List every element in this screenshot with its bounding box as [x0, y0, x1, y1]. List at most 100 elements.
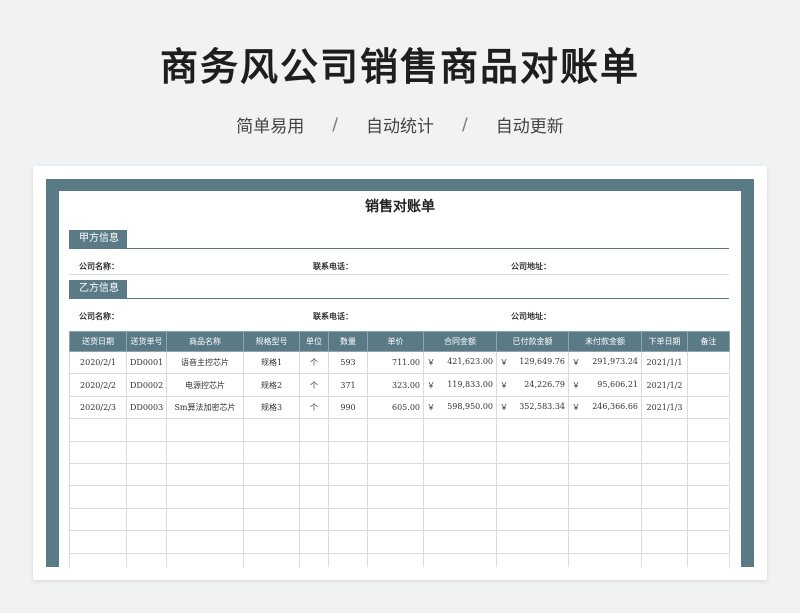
empty-cell[interactable]: [423, 485, 497, 509]
empty-cell[interactable]: [496, 440, 569, 464]
empty-cell[interactable]: [423, 530, 497, 554]
empty-cell[interactable]: [243, 462, 300, 487]
empty-cell[interactable]: [328, 440, 368, 464]
delivery-no-cell[interactable]: DD0002: [126, 373, 167, 397]
empty-cell[interactable]: [687, 462, 730, 487]
empty-cell[interactable]: [496, 530, 569, 554]
unpaid-amount-cell[interactable]: ￥ 291,973.24: [568, 350, 642, 375]
empty-cell[interactable]: [496, 418, 569, 442]
empty-cell[interactable]: [496, 552, 569, 567]
spec-cell[interactable]: 规格1: [243, 350, 300, 375]
spec-cell[interactable]: 规格3: [243, 395, 300, 420]
empty-cell[interactable]: [641, 440, 688, 464]
empty-cell[interactable]: [328, 552, 368, 567]
unit-price-cell[interactable]: 605.00: [367, 395, 424, 420]
empty-cell[interactable]: [243, 507, 300, 532]
party-a-address-field[interactable]: 公司地址：: [511, 261, 551, 272]
order-date-cell[interactable]: 2021/1/1: [641, 350, 688, 375]
empty-cell[interactable]: [328, 462, 368, 487]
empty-cell[interactable]: [243, 440, 300, 464]
party-b-phone-field[interactable]: 联系电话：: [313, 311, 353, 322]
empty-cell[interactable]: [641, 507, 688, 532]
product-name-cell[interactable]: Sm算法加密芯片: [166, 395, 244, 420]
empty-cell[interactable]: [641, 530, 688, 554]
empty-cell[interactable]: [423, 552, 497, 567]
empty-cell[interactable]: [299, 440, 329, 464]
delivery-no-cell[interactable]: DD0001: [126, 350, 167, 375]
empty-cell[interactable]: [568, 507, 642, 532]
empty-cell[interactable]: [367, 507, 424, 532]
empty-cell[interactable]: [69, 485, 127, 509]
empty-cell[interactable]: [328, 418, 368, 442]
empty-cell[interactable]: [423, 462, 497, 487]
unit-price-cell[interactable]: 711.00: [367, 350, 424, 375]
empty-cell[interactable]: [641, 485, 688, 509]
empty-cell[interactable]: [687, 530, 730, 554]
quantity-cell[interactable]: 371: [328, 373, 368, 397]
empty-cell[interactable]: [126, 507, 167, 532]
unpaid-amount-cell[interactable]: ￥ 95,606.21: [568, 373, 642, 397]
empty-cell[interactable]: [126, 485, 167, 509]
empty-cell[interactable]: [423, 440, 497, 464]
empty-cell[interactable]: [568, 440, 642, 464]
empty-cell[interactable]: [243, 485, 300, 509]
contract-amount-cell[interactable]: ￥ 421,623.00: [423, 350, 497, 375]
paid-amount-cell[interactable]: ￥ 24,226.79: [496, 373, 569, 397]
delivery-date-cell[interactable]: 2020/2/1: [69, 350, 127, 375]
empty-cell[interactable]: [423, 507, 497, 532]
empty-cell[interactable]: [243, 418, 300, 442]
empty-cell[interactable]: [126, 552, 167, 567]
empty-cell[interactable]: [69, 552, 127, 567]
empty-cell[interactable]: [166, 462, 244, 487]
empty-cell[interactable]: [328, 507, 368, 532]
empty-cell[interactable]: [568, 418, 642, 442]
empty-cell[interactable]: [687, 418, 730, 442]
contract-amount-cell[interactable]: ￥ 598,950.00: [423, 395, 497, 420]
empty-cell[interactable]: [328, 485, 368, 509]
contract-amount-cell[interactable]: ￥ 119,833.00: [423, 373, 497, 397]
empty-cell[interactable]: [367, 485, 424, 509]
empty-cell[interactable]: [367, 462, 424, 487]
quantity-cell[interactable]: 990: [328, 395, 368, 420]
empty-cell[interactable]: [299, 530, 329, 554]
empty-cell[interactable]: [166, 440, 244, 464]
empty-cell[interactable]: [641, 462, 688, 487]
paid-amount-cell[interactable]: ￥ 352,583.34: [496, 395, 569, 420]
note-cell[interactable]: [687, 373, 730, 397]
empty-cell[interactable]: [299, 485, 329, 509]
empty-cell[interactable]: [299, 418, 329, 442]
empty-cell[interactable]: [367, 530, 424, 554]
empty-cell[interactable]: [299, 462, 329, 487]
party-b-company-field[interactable]: 公司名称：: [79, 311, 119, 322]
unit-cell[interactable]: 个: [299, 373, 329, 397]
empty-cell[interactable]: [328, 530, 368, 554]
empty-cell[interactable]: [69, 530, 127, 554]
empty-cell[interactable]: [367, 552, 424, 567]
empty-cell[interactable]: [69, 462, 127, 487]
spec-cell[interactable]: 规格2: [243, 373, 300, 397]
empty-cell[interactable]: [568, 552, 642, 567]
empty-cell[interactable]: [166, 485, 244, 509]
delivery-date-cell[interactable]: 2020/2/2: [69, 373, 127, 397]
party-b-address-field[interactable]: 公司地址：: [511, 311, 551, 322]
empty-cell[interactable]: [126, 440, 167, 464]
empty-cell[interactable]: [126, 530, 167, 554]
empty-cell[interactable]: [496, 485, 569, 509]
delivery-no-cell[interactable]: DD0003: [126, 395, 167, 420]
empty-cell[interactable]: [568, 530, 642, 554]
empty-cell[interactable]: [641, 418, 688, 442]
empty-cell[interactable]: [69, 507, 127, 532]
unit-price-cell[interactable]: 323.00: [367, 373, 424, 397]
empty-cell[interactable]: [69, 440, 127, 464]
empty-cell[interactable]: [166, 530, 244, 554]
paid-amount-cell[interactable]: ￥ 129,649.76: [496, 350, 569, 375]
empty-cell[interactable]: [496, 462, 569, 487]
empty-cell[interactable]: [687, 485, 730, 509]
empty-cell[interactable]: [69, 418, 127, 442]
empty-cell[interactable]: [299, 552, 329, 567]
note-cell[interactable]: [687, 395, 730, 420]
product-name-cell[interactable]: 语音主控芯片: [166, 350, 244, 375]
note-cell[interactable]: [687, 350, 730, 375]
quantity-cell[interactable]: 593: [328, 350, 368, 375]
product-name-cell[interactable]: 电源控芯片: [166, 373, 244, 397]
